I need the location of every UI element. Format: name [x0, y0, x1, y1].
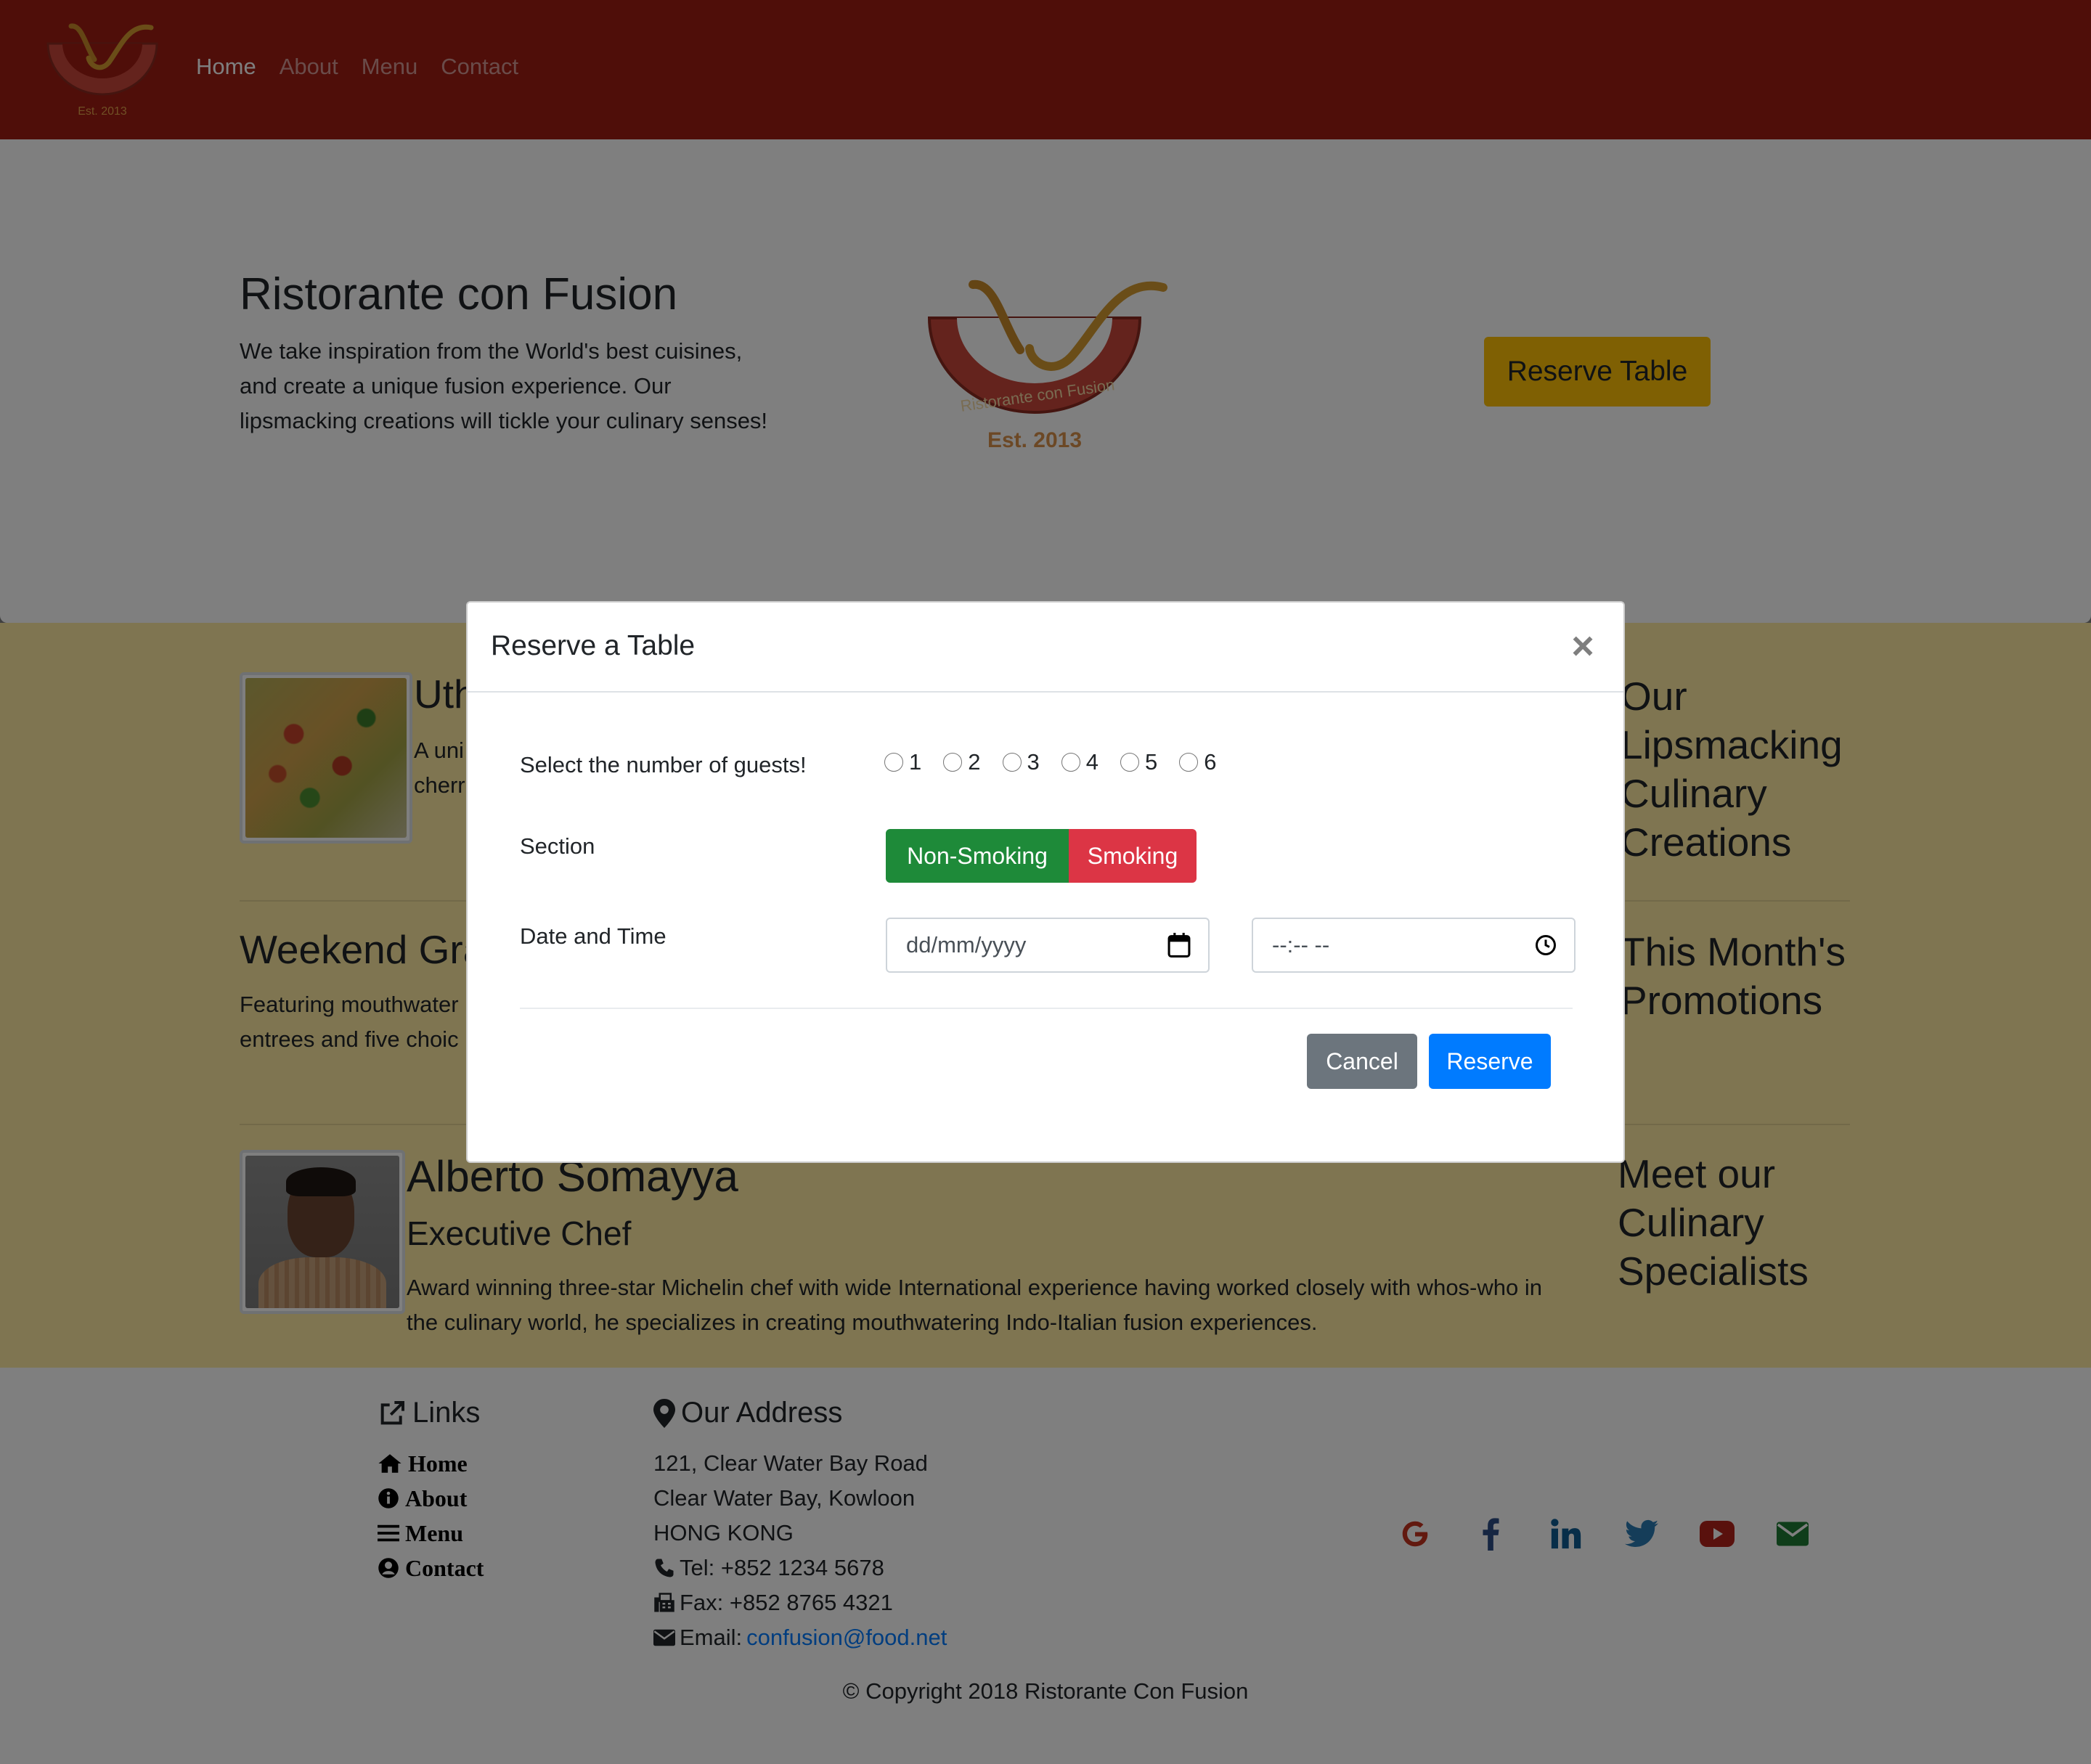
- reserve-button[interactable]: Reserve: [1429, 1034, 1551, 1089]
- close-icon[interactable]: ×: [1561, 624, 1605, 668]
- guests-radio-group: 1 2 3 4 5 6: [884, 749, 1217, 775]
- guest-option-label: 6: [1204, 749, 1217, 775]
- guest-option-label: 1: [909, 749, 922, 775]
- guest-option-1[interactable]: 1: [884, 749, 921, 775]
- section-label: Section: [520, 833, 595, 859]
- guest-radio[interactable]: [943, 753, 963, 772]
- modal-divider: [520, 1008, 1573, 1009]
- cancel-button[interactable]: Cancel: [1307, 1034, 1417, 1089]
- guests-label: Select the number of guests!: [520, 752, 807, 777]
- time-placeholder: --:-- --: [1272, 932, 1330, 957]
- smoking-button[interactable]: Smoking: [1069, 829, 1197, 883]
- date-placeholder: dd/mm/yyyy: [906, 932, 1027, 957]
- guest-radio[interactable]: [1179, 753, 1199, 772]
- time-input[interactable]: --:-- --: [1252, 918, 1576, 973]
- guest-radio[interactable]: [1002, 753, 1022, 772]
- guest-option-3[interactable]: 3: [1002, 749, 1040, 775]
- guest-option-6[interactable]: 6: [1179, 749, 1217, 775]
- guest-radio[interactable]: [1061, 753, 1080, 772]
- guest-option-label: 3: [1027, 749, 1040, 775]
- guest-radio[interactable]: [1120, 753, 1139, 772]
- datetime-label: Date and Time: [520, 923, 667, 949]
- section-button-group: Non-Smoking Smoking: [886, 829, 1197, 883]
- calendar-icon[interactable]: [1167, 933, 1191, 957]
- non-smoking-button[interactable]: Non-Smoking: [886, 829, 1069, 883]
- date-input[interactable]: dd/mm/yyyy: [886, 918, 1210, 973]
- guest-option-label: 5: [1145, 749, 1158, 775]
- modal-header: Reserve a Table ×: [468, 603, 1623, 693]
- modal-title: Reserve a Table: [491, 630, 696, 661]
- guest-option-label: 4: [1085, 749, 1099, 775]
- guest-option-label: 2: [968, 749, 981, 775]
- reserve-table-modal: Reserve a Table × Select the number of g…: [466, 601, 1625, 1163]
- guest-option-2[interactable]: 2: [943, 749, 981, 775]
- guest-option-5[interactable]: 5: [1120, 749, 1157, 775]
- clock-icon[interactable]: [1535, 934, 1557, 956]
- guest-radio[interactable]: [884, 753, 903, 772]
- guest-option-4[interactable]: 4: [1061, 749, 1099, 775]
